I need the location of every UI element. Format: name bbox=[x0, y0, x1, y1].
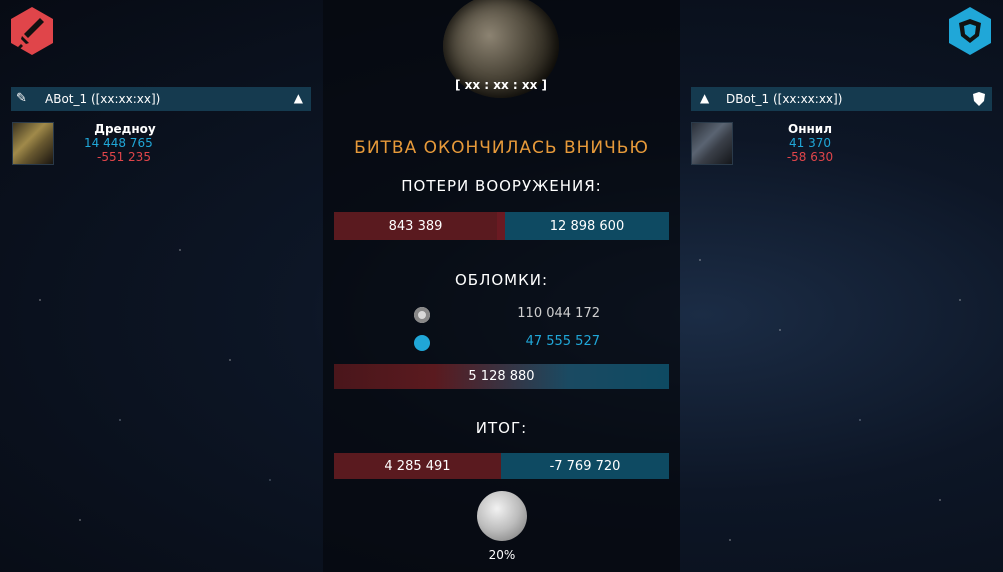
debris-title: ОБЛОМКИ: bbox=[454, 271, 549, 289]
defender-unit: Оннил 41 370 -58 630 bbox=[765, 122, 855, 164]
defender-ship-image bbox=[691, 122, 733, 165]
defender-ship-loss: -58 630 bbox=[786, 150, 834, 164]
moon-chance: 20% bbox=[488, 548, 516, 562]
rocket-icon: ✎ bbox=[16, 91, 27, 106]
attacker-result: 4 285 491 bbox=[334, 453, 501, 479]
defender-header[interactable]: ▲ DBot_1 ([xx:xx:xx]) bbox=[691, 87, 992, 111]
shield-icon bbox=[949, 7, 991, 55]
attacker-unit: Дредноу 14 448 765 -551 235 bbox=[60, 122, 190, 164]
defender-losses: 12 898 600 bbox=[497, 212, 669, 240]
attacker-losses: 843 389 bbox=[334, 212, 498, 240]
metal-icon bbox=[414, 307, 430, 323]
result-bar: 4 285 491 -7 769 720 bbox=[334, 453, 669, 479]
result-title: ИТОГ: bbox=[475, 419, 528, 437]
debris-total: 5 128 880 bbox=[468, 369, 535, 384]
crystal-value: 47 555 527 bbox=[525, 334, 600, 349]
battle-result-title: БИТВА ОКОНЧИЛАСЬ ВНИЧЬЮ bbox=[354, 138, 649, 158]
collapse-arrow-icon[interactable]: ▲ bbox=[700, 86, 709, 110]
attacker-header[interactable]: ✎ ABot_1 ([xx:xx:xx]) ▲ bbox=[11, 87, 311, 111]
sword-icon bbox=[11, 7, 53, 55]
defender-ship-count: 41 370 bbox=[789, 136, 831, 150]
attacker-ship-image bbox=[12, 122, 54, 165]
coordinates: [ xx : xx : xx ] bbox=[454, 78, 548, 92]
crystal-row: 47 555 527 bbox=[410, 334, 670, 354]
losses-bar: 843 389 12 898 600 bbox=[334, 212, 669, 240]
metal-row: 110 044 172 bbox=[410, 306, 670, 326]
metal-value: 110 044 172 bbox=[517, 306, 600, 321]
attacker-name: ABot_1 ([xx:xx:xx]) bbox=[45, 92, 161, 106]
collapse-arrow-icon[interactable]: ▲ bbox=[294, 86, 303, 110]
defender-name: DBot_1 ([xx:xx:xx]) bbox=[726, 92, 843, 106]
crystal-icon bbox=[414, 335, 430, 351]
losses-title: ПОТЕРИ ВООРУЖЕНИЯ: bbox=[401, 177, 602, 195]
shield-small-icon bbox=[973, 92, 985, 106]
moon-icon bbox=[477, 491, 527, 541]
defender-result: -7 769 720 bbox=[501, 453, 669, 479]
defender-ship-name: Оннил bbox=[788, 122, 832, 136]
attacker-ship-name: Дредноу bbox=[94, 122, 156, 136]
attacker-ship-count: 14 448 765 bbox=[84, 136, 153, 150]
attacker-ship-loss: -551 235 bbox=[97, 150, 151, 164]
debris-bar: 5 128 880 bbox=[334, 364, 669, 389]
